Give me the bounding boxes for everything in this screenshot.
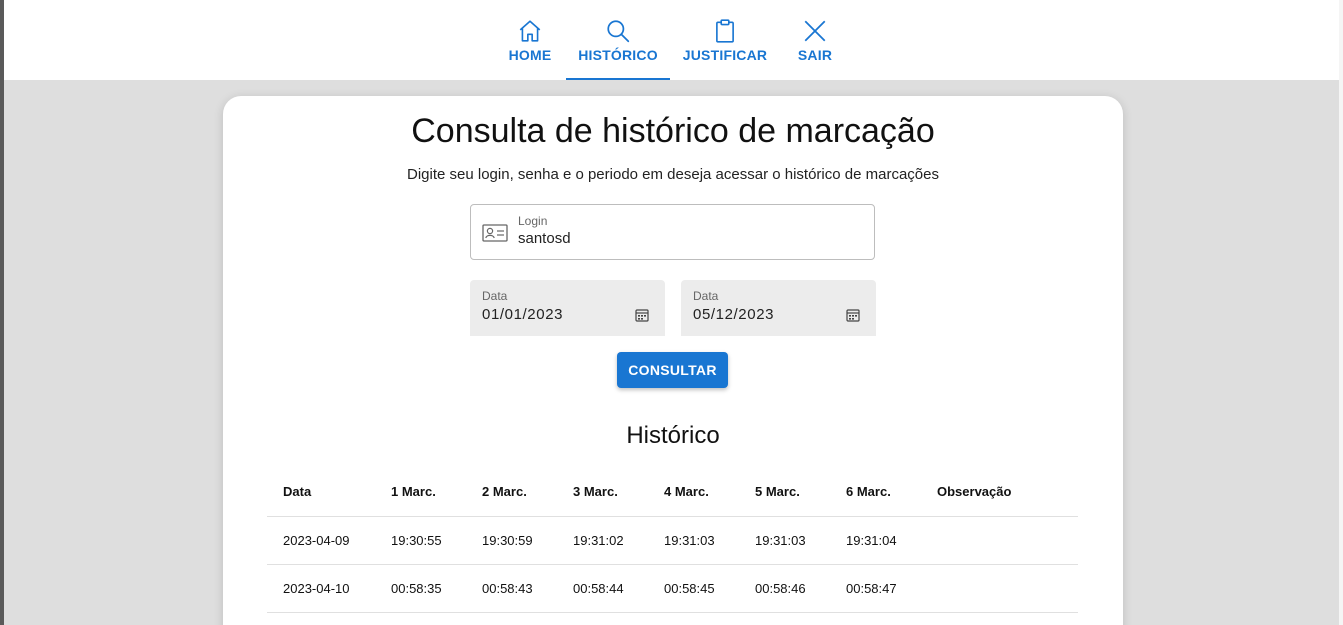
table-cell: [921, 564, 1078, 613]
search-icon: [607, 20, 630, 43]
tab-justificar[interactable]: JUSTIFICAR: [680, 0, 770, 80]
table-row: 2023-04-09 19:30:55 19:30:59 19:31:02 19…: [267, 516, 1078, 565]
tab-sair-label: SAIR: [797, 47, 833, 63]
history-title: Histórico: [626, 422, 720, 449]
id-card-icon: [482, 224, 508, 242]
table-cell: 00:58:35: [375, 564, 466, 613]
table-cell: 00:58:43: [466, 564, 557, 613]
page-subtitle: Digite seu login, senha e o periodo em d…: [407, 166, 939, 183]
consultar-button[interactable]: CONSULTAR: [617, 352, 728, 388]
column-header: Observação: [921, 468, 1078, 517]
table-cell: 19:31:02: [557, 516, 648, 565]
history-card: Consulta de histórico de marcação Digite…: [223, 96, 1123, 625]
table-cell: 19:31:03: [648, 516, 739, 565]
calendar-icon[interactable]: [846, 308, 860, 322]
table-cell: 00:58:44: [557, 564, 648, 613]
active-tab-indicator: [566, 78, 670, 80]
close-icon: [804, 20, 826, 42]
table-cell: 2023-04-09: [267, 516, 375, 565]
login-label: Login: [518, 214, 548, 228]
table-cell: 2023-04-10: [267, 564, 375, 613]
column-header: Data: [267, 468, 375, 517]
tab-home[interactable]: HOME: [495, 0, 565, 80]
table-row: 2023-04-10 00:58:35 00:58:43 00:58:44 00…: [267, 564, 1078, 613]
table-cell: 00:58:47: [830, 564, 921, 613]
tab-historico[interactable]: HISTÓRICO: [566, 0, 670, 80]
column-header: 4 Marc.: [648, 468, 739, 517]
tab-justificar-label: JUSTIFICAR: [682, 47, 768, 63]
start-date-field[interactable]: Data 01/01/2023: [470, 280, 665, 336]
home-icon: [519, 20, 541, 42]
tab-historico-label: HISTÓRICO: [578, 47, 658, 63]
table-cell: 19:30:55: [375, 516, 466, 565]
table-cell: 00:58:46: [739, 564, 830, 613]
start-date-label: Data: [482, 289, 508, 303]
table-cell: 19:31:03: [739, 516, 830, 565]
table-cell: [921, 516, 1078, 565]
login-field[interactable]: Login santosd: [470, 204, 875, 260]
login-input[interactable]: santosd: [518, 230, 848, 247]
table-cell: 19:30:59: [466, 516, 557, 565]
tab-sair[interactable]: SAIR: [790, 0, 840, 80]
table-cell: 00:58:45: [648, 564, 739, 613]
end-date-label: Data: [693, 289, 719, 303]
column-header: 6 Marc.: [830, 468, 921, 517]
top-navigation: HOME HISTÓRICO JUSTIFICAR SAIR: [4, 0, 1339, 80]
clipboard-icon: [716, 19, 734, 43]
table-header-row: Data 1 Marc. 2 Marc. 3 Marc. 4 Marc. 5 M…: [267, 468, 1078, 517]
calendar-icon[interactable]: [635, 308, 649, 322]
start-date-input[interactable]: 01/01/2023: [482, 306, 563, 323]
history-table: Data 1 Marc. 2 Marc. 3 Marc. 4 Marc. 5 M…: [267, 468, 1078, 613]
table-cell: 19:31:04: [830, 516, 921, 565]
window-edge-right: [1339, 0, 1343, 625]
column-header: 1 Marc.: [375, 468, 466, 517]
column-header: 3 Marc.: [557, 468, 648, 517]
window-edge: [0, 0, 4, 625]
end-date-input[interactable]: 05/12/2023: [693, 306, 774, 323]
end-date-field[interactable]: Data 05/12/2023: [681, 280, 876, 336]
column-header: 2 Marc.: [466, 468, 557, 517]
page-title: Consulta de histórico de marcação: [411, 112, 935, 150]
tab-home-label: HOME: [508, 47, 552, 63]
column-header: 5 Marc.: [739, 468, 830, 517]
